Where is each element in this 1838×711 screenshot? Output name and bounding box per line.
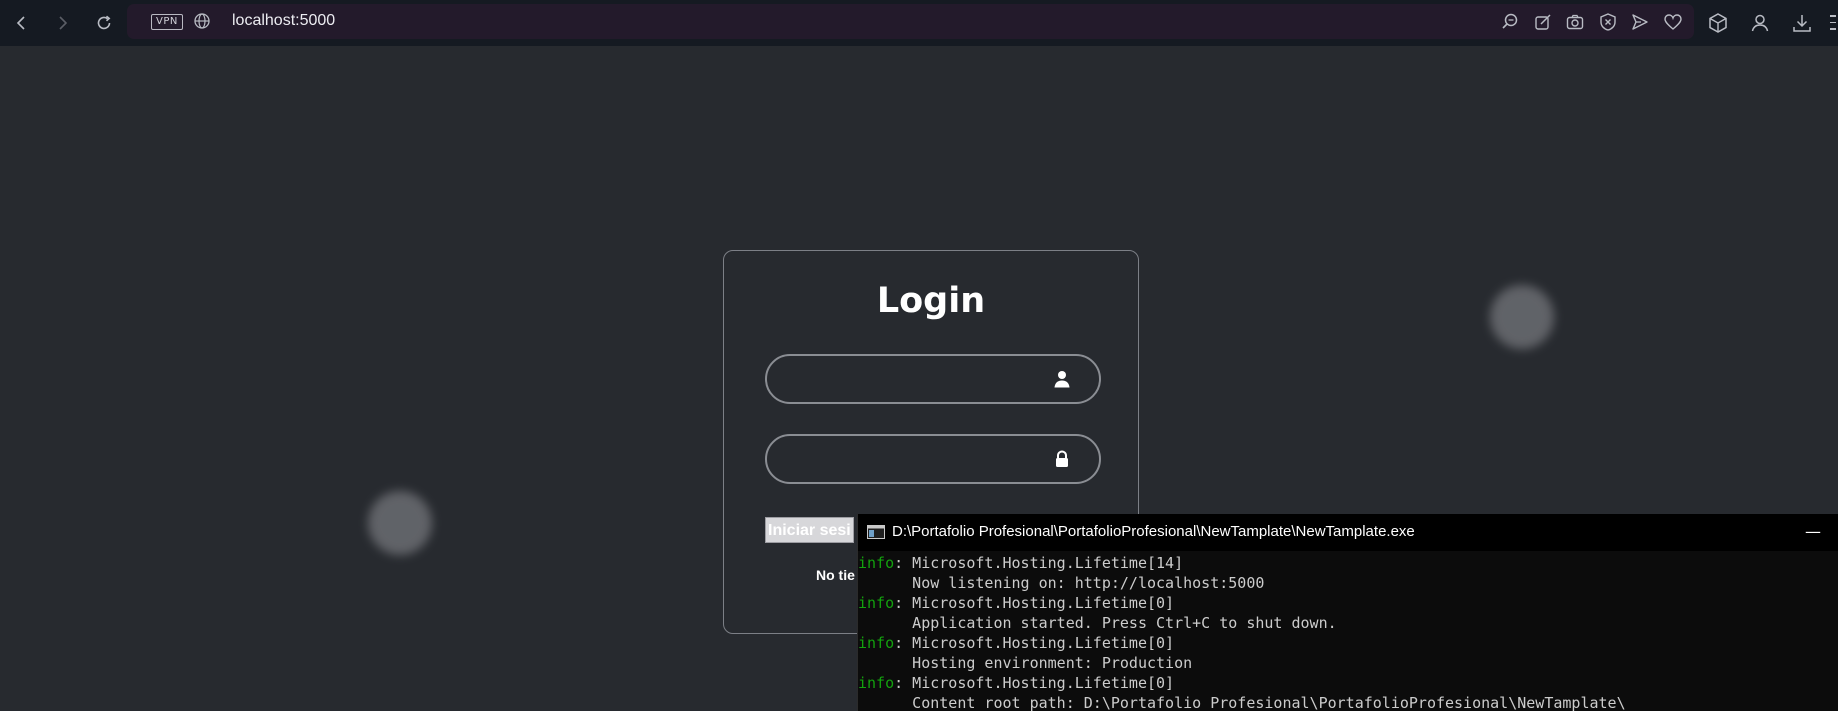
chevron-right-icon — [59, 16, 68, 30]
log-level: info — [858, 594, 895, 612]
reload-icon — [97, 15, 111, 30]
log-level: info — [858, 674, 895, 692]
console-line: Application started. Press Ctrl+C to shu… — [858, 613, 1838, 633]
login-button[interactable]: Iniciar sesi — [765, 517, 854, 543]
decorative-circle — [1490, 285, 1554, 349]
log-level: info — [858, 634, 895, 652]
forward-button[interactable] — [50, 11, 74, 35]
log-text: Application started. Press Ctrl+C to shu… — [858, 614, 1337, 632]
log-text: : Microsoft.Hosting.Lifetime[0] — [894, 594, 1175, 612]
console-titlebar[interactable]: D:\Portafolio Profesional\PortafolioProf… — [858, 514, 1838, 551]
log-text: Content root path: D:\Portafolio Profesi… — [858, 694, 1626, 711]
log-text: Now listening on: http://localhost:5000 — [858, 574, 1265, 592]
reload-button[interactable] — [92, 11, 116, 35]
user-icon — [1054, 371, 1070, 388]
terminal-icon — [867, 525, 885, 539]
console-line: Now listening on: http://localhost:5000 — [858, 573, 1838, 593]
log-text: Hosting environment: Production — [858, 654, 1193, 672]
ad-block-icon[interactable] — [1598, 12, 1618, 32]
menu-icon[interactable] — [1830, 15, 1836, 31]
chevron-left-icon — [16, 16, 25, 30]
console-line: Hosting environment: Production — [858, 653, 1838, 673]
edit-share-icon[interactable] — [1533, 12, 1553, 32]
cube-icon[interactable] — [1706, 11, 1730, 35]
console-line: info: Microsoft.Hosting.Lifetime[0] — [858, 633, 1838, 653]
globe-icon — [194, 13, 210, 29]
username-input[interactable] — [785, 356, 1039, 404]
log-level: info — [858, 554, 895, 572]
zoom-search-icon[interactable] — [1500, 12, 1520, 32]
password-input[interactable] — [785, 436, 1039, 484]
console-window: D:\Portafolio Profesional\PortafolioProf… — [857, 514, 1838, 711]
camera-icon[interactable] — [1565, 12, 1585, 32]
password-field[interactable] — [765, 434, 1101, 484]
register-prompt: No tie — [816, 567, 855, 583]
username-field[interactable] — [765, 354, 1101, 404]
decorative-circle — [368, 491, 432, 555]
console-line: info: Microsoft.Hosting.Lifetime[0] — [858, 673, 1838, 693]
url-text[interactable]: localhost:5000 — [232, 12, 335, 30]
heart-icon[interactable] — [1663, 12, 1683, 32]
browser-toolbar: VPN localhost:5000 — [0, 0, 1838, 46]
back-button[interactable] — [10, 11, 34, 35]
console-title: D:\Portafolio Profesional\PortafolioProf… — [892, 523, 1415, 540]
lock-icon — [1056, 450, 1068, 467]
log-text: : Microsoft.Hosting.Lifetime[0] — [894, 674, 1175, 692]
console-line: info: Microsoft.Hosting.Lifetime[0] — [858, 593, 1838, 613]
download-icon[interactable] — [1790, 11, 1814, 35]
login-title: Login — [876, 281, 986, 321]
send-icon[interactable] — [1630, 12, 1650, 32]
minimize-button[interactable]: — — [1805, 522, 1821, 542]
log-text: : Microsoft.Hosting.Lifetime[14] — [894, 554, 1184, 572]
console-output: info: Microsoft.Hosting.Lifetime[14] Now… — [858, 551, 1838, 711]
console-line: Content root path: D:\Portafolio Profesi… — [858, 693, 1838, 711]
log-text: : Microsoft.Hosting.Lifetime[0] — [894, 634, 1175, 652]
console-line: info: Microsoft.Hosting.Lifetime[14] — [858, 553, 1838, 573]
address-bar[interactable]: VPN localhost:5000 — [127, 4, 1694, 39]
user-icon[interactable] — [1748, 11, 1772, 35]
vpn-badge[interactable]: VPN — [151, 14, 183, 30]
